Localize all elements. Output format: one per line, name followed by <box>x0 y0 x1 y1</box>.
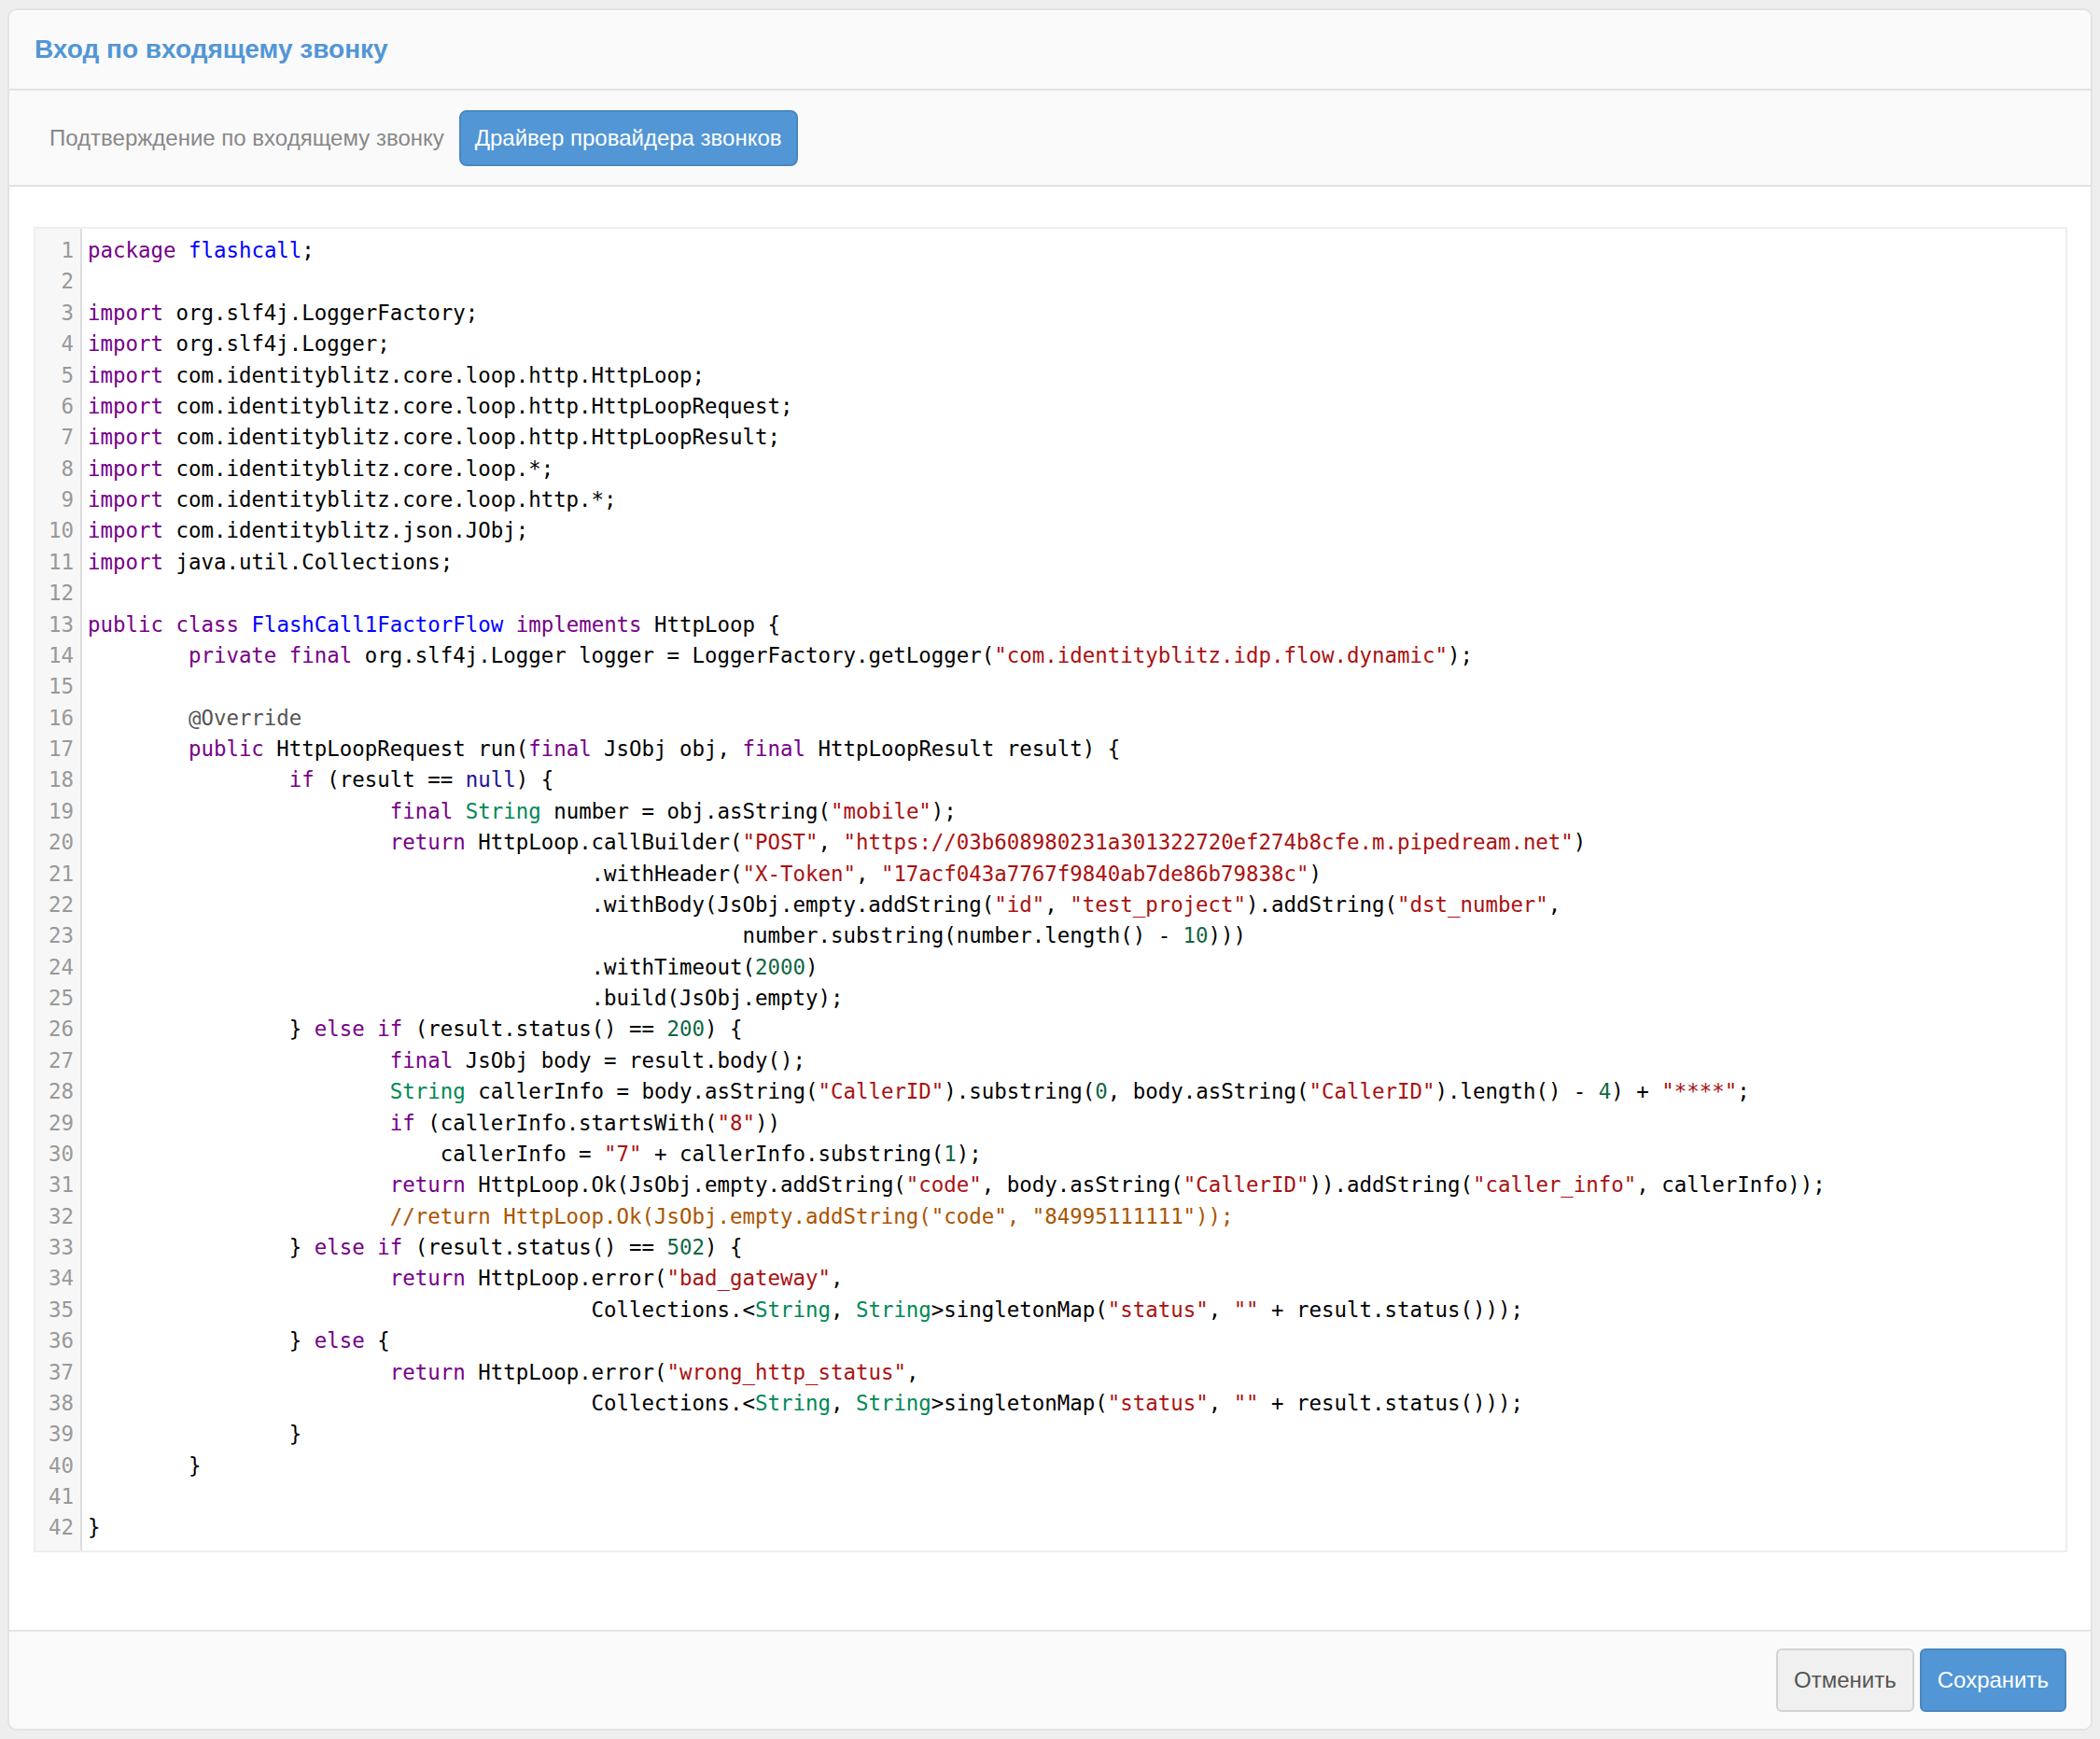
line-number: 18 <box>35 764 74 795</box>
code-editor[interactable]: 1234567891011121314151617181920212223242… <box>34 227 2067 1552</box>
line-number: 10 <box>35 515 74 546</box>
panel-header: Вход по входящему звонку <box>9 10 2091 91</box>
line-number: 42 <box>35 1512 74 1543</box>
line-number: 3 <box>35 298 74 329</box>
line-number: 41 <box>35 1481 74 1512</box>
save-button[interactable]: Сохранить <box>1920 1648 2066 1712</box>
line-number: 22 <box>35 890 74 920</box>
line-number: 7 <box>35 422 74 453</box>
code-line: if (result == null) { <box>88 764 2062 795</box>
code-line: final JsObj body = result.body(); <box>88 1045 2062 1076</box>
line-number: 27 <box>35 1045 74 1076</box>
line-number: 17 <box>35 734 74 764</box>
line-number: 4 <box>35 329 74 359</box>
code-line: public class FlashCall1FactorFlow implem… <box>88 610 2062 640</box>
code-line: if (callerInfo.startsWith("8")) <box>88 1108 2062 1139</box>
panel: Вход по входящему звонку Подтверждение п… <box>7 8 2093 1731</box>
code-line: import com.identityblitz.core.loop.*; <box>88 454 2062 484</box>
code-line: return HttpLoop.callBuilder("POST", "htt… <box>88 827 2062 858</box>
line-number: 12 <box>35 578 74 609</box>
line-number: 32 <box>35 1201 74 1232</box>
code-line: public HttpLoopRequest run(final JsObj o… <box>88 734 2062 764</box>
line-number: 30 <box>35 1139 74 1170</box>
code-line: @Override <box>88 703 2062 734</box>
line-number: 5 <box>35 360 74 391</box>
line-number: 19 <box>35 796 74 827</box>
code-line: return HttpLoop.Ok(JsObj.empty.addString… <box>88 1170 2062 1200</box>
line-number: 28 <box>35 1076 74 1107</box>
line-number: 13 <box>35 610 74 640</box>
code-line: return HttpLoop.error("bad_gateway", <box>88 1263 2062 1294</box>
code-line: } else if (result.status() == 200) { <box>88 1014 2062 1045</box>
code-line: import com.identityblitz.core.loop.http.… <box>88 484 2062 515</box>
line-number: 25 <box>35 983 74 1014</box>
line-number: 34 <box>35 1263 74 1294</box>
line-number-gutter: 1234567891011121314151617181920212223242… <box>35 229 82 1550</box>
code-line <box>88 578 2062 609</box>
code-line: return HttpLoop.error("wrong_http_status… <box>88 1357 2062 1388</box>
cancel-button[interactable]: Отменить <box>1776 1648 1914 1712</box>
line-number: 2 <box>35 266 74 297</box>
code-line: .withHeader("X-Token", "17acf043a7767f98… <box>88 859 2062 890</box>
code-line: import com.identityblitz.json.JObj; <box>88 515 2062 546</box>
code-line: } else if (result.status() == 502) { <box>88 1232 2062 1263</box>
tab-call-provider-driver[interactable]: Драйвер провайдера звонков <box>459 110 798 166</box>
line-number: 8 <box>35 454 74 484</box>
code-line: } <box>88 1419 2062 1450</box>
line-number: 38 <box>35 1388 74 1419</box>
line-number: 33 <box>35 1232 74 1263</box>
line-number: 1 <box>35 235 74 266</box>
code-line: import java.util.Collections; <box>88 547 2062 578</box>
code-line: package flashcall; <box>88 235 2062 266</box>
code-line: import com.identityblitz.core.loop.http.… <box>88 391 2062 422</box>
code-line <box>88 1481 2062 1512</box>
line-number: 9 <box>35 484 74 515</box>
line-number: 36 <box>35 1325 74 1356</box>
line-number: 39 <box>35 1419 74 1450</box>
code-line: private final org.slf4j.Logger logger = … <box>88 640 2062 671</box>
code-line: Collections.<String, String>singletonMap… <box>88 1388 2062 1419</box>
line-number: 6 <box>35 391 74 422</box>
tab-confirmation[interactable]: Подтверждение по входящему звонку <box>27 125 459 151</box>
tabs-row: Подтверждение по входящему звонку Драйве… <box>9 91 2091 187</box>
line-number: 37 <box>35 1357 74 1388</box>
line-number: 24 <box>35 952 74 983</box>
code-line: //return HttpLoop.Ok(JsObj.empty.addStri… <box>88 1201 2062 1232</box>
content: 1234567891011121314151617181920212223242… <box>9 187 2091 1630</box>
code-line: } <box>88 1512 2062 1543</box>
code-line: .build(JsObj.empty); <box>88 983 2062 1014</box>
code-line: number.substring(number.length() - 10))) <box>88 920 2062 951</box>
code-line: .withBody(JsObj.empty.addString("id", "t… <box>88 890 2062 920</box>
line-number: 21 <box>35 859 74 890</box>
line-number: 40 <box>35 1451 74 1481</box>
code-line <box>88 671 2062 702</box>
line-number: 29 <box>35 1108 74 1139</box>
line-number: 15 <box>35 671 74 702</box>
code-area[interactable]: package flashcall; import org.slf4j.Logg… <box>82 229 2065 1550</box>
code-line: import com.identityblitz.core.loop.http.… <box>88 422 2062 453</box>
line-number: 14 <box>35 640 74 671</box>
code-line: } <box>88 1451 2062 1481</box>
line-number: 35 <box>35 1295 74 1325</box>
code-line: } else { <box>88 1325 2062 1356</box>
page-title: Вход по входящему звонку <box>35 35 388 64</box>
line-number: 11 <box>35 547 74 578</box>
code-line: import org.slf4j.LoggerFactory; <box>88 298 2062 329</box>
code-line <box>88 266 2062 297</box>
code-line: final String number = obj.asString("mobi… <box>88 796 2062 827</box>
line-number: 26 <box>35 1014 74 1045</box>
line-number: 31 <box>35 1170 74 1200</box>
code-line: String callerInfo = body.asString("Calle… <box>88 1076 2062 1107</box>
code-line: import org.slf4j.Logger; <box>88 329 2062 359</box>
line-number: 20 <box>35 827 74 858</box>
code-line: callerInfo = "7" + callerInfo.substring(… <box>88 1139 2062 1170</box>
code-line: .withTimeout(2000) <box>88 952 2062 983</box>
code-line: Collections.<String, String>singletonMap… <box>88 1295 2062 1325</box>
code-line: import com.identityblitz.core.loop.http.… <box>88 360 2062 391</box>
footer: Отменить Сохранить <box>9 1630 2091 1729</box>
line-number: 23 <box>35 920 74 951</box>
line-number: 16 <box>35 703 74 734</box>
